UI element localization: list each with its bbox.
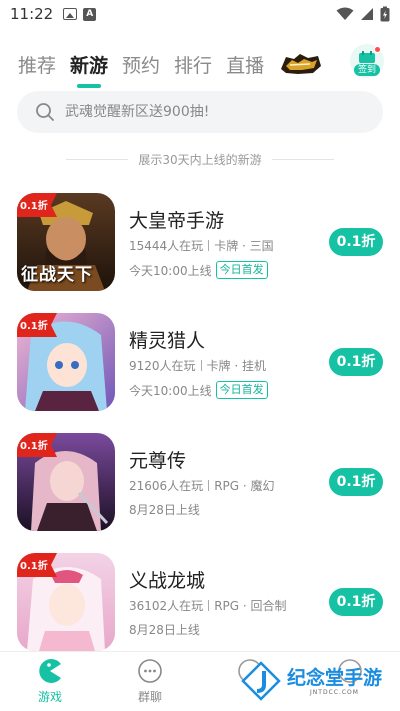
search-icon — [36, 103, 54, 121]
game-item[interactable]: 0.1折 征战天下 大皇帝手游 15444人在玩 卡牌 · 三国 今天10:00上… — [0, 190, 400, 310]
divider-left — [66, 159, 129, 160]
tab-recommend[interactable]: 推荐 — [18, 51, 56, 78]
nav-games-label: 游戏 — [37, 690, 62, 704]
game-tags: RPG · 魔幻 — [214, 479, 275, 493]
app-notification-icon: A — [83, 7, 97, 21]
watermark-text: 纪念堂手游 — [286, 666, 382, 689]
player-count: 9120人在玩 — [129, 359, 196, 373]
game-cover: 0.1折 — [17, 553, 115, 651]
meta-separator — [208, 480, 210, 491]
category-tabs: 推荐 新游 预约 排行 直播 签到 — [18, 44, 384, 84]
section-header: 展示30天内上线的新游 — [0, 151, 400, 168]
cover-badge-text: 0.1折 — [20, 321, 48, 332]
game-title: 义战龙城 — [129, 570, 206, 592]
game-tags: RPG · 回合制 — [214, 599, 287, 613]
battery-charging-icon — [380, 6, 390, 22]
discount-button[interactable]: 0.1折 — [329, 348, 383, 376]
game-cover: 0.1折 — [17, 433, 115, 531]
checkin-label: 签到 — [353, 64, 380, 76]
first-launch-badge: 今日首发 — [215, 261, 268, 279]
signal-icon — [361, 8, 373, 20]
meta-separator — [200, 360, 202, 371]
chat-bubble-icon — [138, 659, 162, 683]
launch-info: 8月28日上线 — [129, 501, 200, 518]
status-time: 11:22 — [10, 5, 54, 23]
player-count: 15444人在玩 — [129, 239, 204, 253]
checkin-button[interactable]: 签到 — [350, 44, 384, 78]
checkin-calendar-icon — [359, 51, 375, 63]
game-meta: 21606人在玩 RPG · 魔幻 — [129, 477, 275, 494]
game-meta: 9120人在玩 卡牌 · 挂机 — [129, 357, 266, 374]
nav-group-chat[interactable]: 群聊 — [100, 652, 200, 711]
game-tags: 卡牌 · 三国 — [214, 239, 274, 253]
cover-badge-text: 0.1折 — [20, 441, 48, 452]
player-count: 21606人在玩 — [129, 479, 204, 493]
game-meta: 36102人在玩 RPG · 回合制 — [129, 597, 287, 614]
meta-separator — [208, 600, 210, 611]
gallery-notification-icon — [63, 8, 78, 20]
launch-date: 8月28日上线 — [129, 623, 200, 637]
search-input[interactable] — [65, 104, 355, 120]
event-logo-tab[interactable] — [278, 51, 324, 77]
cover-badge-text: 0.1折 — [20, 561, 48, 572]
launch-date: 8月28日上线 — [129, 503, 200, 517]
tab-ranking[interactable]: 排行 — [174, 51, 212, 78]
checkin-notification-dot — [374, 46, 381, 53]
watermark-logo-icon — [241, 661, 281, 701]
meta-separator — [208, 240, 210, 251]
launch-info: 8月28日上线 — [129, 621, 200, 638]
nav-group-chat-label: 群聊 — [137, 690, 162, 704]
first-launch-badge: 今日首发 — [215, 381, 268, 399]
tab-new-games[interactable]: 新游 — [70, 51, 108, 78]
launch-info: 今天10:00上线 今日首发 — [129, 261, 268, 279]
game-title: 精灵猎人 — [129, 330, 206, 352]
game-cover: 0.1折 征战天下 — [17, 193, 115, 291]
game-title: 元尊传 — [129, 450, 187, 472]
launch-info: 今天10:00上线 今日首发 — [129, 381, 268, 399]
section-header-text: 展示30天内上线的新游 — [138, 153, 262, 167]
game-item[interactable]: 0.1折 精灵猎人 9120人在玩 卡牌 · 挂机 今天10:00上线 今日首发 … — [0, 310, 400, 430]
divider-right — [271, 159, 334, 160]
game-cover: 0.1折 — [17, 313, 115, 411]
game-title: 大皇帝手游 — [129, 210, 225, 232]
game-tags: 卡牌 · 挂机 — [206, 359, 266, 373]
game-meta: 15444人在玩 卡牌 · 三国 — [129, 237, 274, 254]
discount-button[interactable]: 0.1折 — [329, 228, 383, 256]
games-pacman-icon — [39, 659, 61, 683]
search-bar[interactable] — [17, 91, 383, 133]
game-item[interactable]: 0.1折 元尊传 21606人在玩 RPG · 魔幻 8月28日上线 0.1折 — [0, 430, 400, 550]
tab-reservation[interactable]: 预约 — [122, 51, 160, 78]
cover-badge-text: 0.1折 — [20, 201, 48, 212]
discount-button[interactable]: 0.1折 — [329, 468, 383, 496]
site-watermark: 纪念堂手游 JNTDCC.COM — [241, 661, 382, 701]
player-count: 36102人在玩 — [129, 599, 204, 613]
game-list: 0.1折 征战天下 大皇帝手游 15444人在玩 卡牌 · 三国 今天10:00上… — [0, 190, 400, 670]
launch-date: 今天10:00上线 — [129, 263, 212, 278]
event-logo-icon — [281, 54, 322, 74]
watermark-subtext: JNTDCC.COM — [310, 688, 359, 696]
status-bar: 11:22 A — [0, 0, 400, 28]
launch-date: 今天10:00上线 — [129, 383, 212, 398]
cover-title-text: 征战天下 — [21, 265, 93, 285]
tab-live[interactable]: 直播 — [226, 51, 264, 78]
nav-games[interactable]: 游戏 — [0, 652, 100, 711]
wifi-icon — [336, 7, 354, 20]
discount-button[interactable]: 0.1折 — [329, 588, 383, 616]
